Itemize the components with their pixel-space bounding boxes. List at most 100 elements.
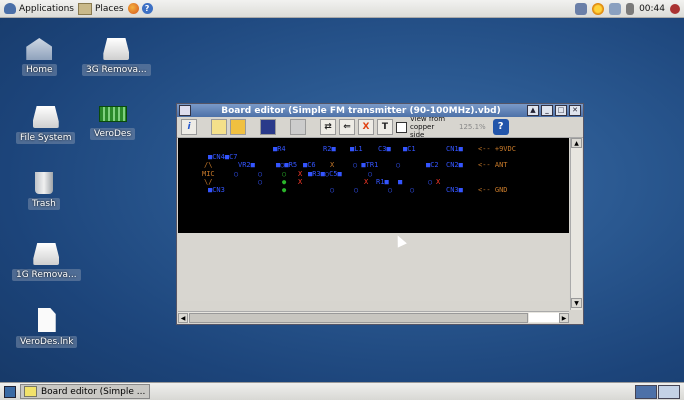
label-r5: R5 (288, 161, 298, 169)
wifi-icon[interactable] (609, 2, 622, 15)
horizontal-scrollbar[interactable]: ◀ ▶ (178, 311, 569, 323)
window-icon (24, 386, 37, 397)
label-cn3-right: CN3 (446, 186, 459, 194)
applications-menu[interactable]: Applications (4, 3, 74, 14)
launchers: ? (127, 3, 153, 14)
desktop-icon-verodes-lnk[interactable]: VeroDes.lnk (16, 308, 78, 348)
trash-icon (34, 172, 53, 194)
desktop-icon-label: 1G Remova... (12, 269, 81, 281)
taskbar-item-board-editor[interactable]: Board editor (Simple ... (20, 384, 150, 399)
volume-icon[interactable] (626, 2, 635, 15)
minimize-button[interactable]: _ (541, 105, 553, 116)
desktop-icon-1g-removable[interactable]: 1G Remova... (12, 243, 81, 281)
scroll-up-arrow[interactable]: ▲ (571, 138, 582, 148)
label-r1: R1 (376, 178, 385, 186)
desktop-icon-label: VeroDes.lnk (16, 336, 78, 348)
view-copper-label: View from copper side (410, 115, 446, 139)
new-file-icon[interactable] (211, 119, 227, 135)
workspace-switcher (635, 385, 680, 399)
board-canvas-area[interactable]: ■R4 R2■ ■L1 C3■ ■C1 CN1■ <-- +9VDC ■CN4■… (178, 138, 569, 301)
verodes-app-icon (98, 106, 127, 122)
window-menu-icon[interactable] (179, 105, 191, 116)
print-icon[interactable] (290, 119, 306, 135)
window-titlebar[interactable]: Board editor (Simple FM transmitter (90-… (177, 104, 583, 117)
places-label: Places (94, 3, 124, 14)
applications-label: Applications (19, 3, 74, 14)
swap-icon[interactable]: ⇄ (320, 119, 336, 135)
places-icon (77, 2, 92, 15)
desktop-icon-trash[interactable]: Trash (28, 172, 60, 210)
weather-sun-icon[interactable] (592, 2, 605, 15)
scroll-track[interactable] (571, 148, 582, 298)
desktop-icon-label: 3G Remova... (82, 64, 151, 76)
shade-button[interactable]: ▲ (527, 105, 539, 116)
zoom-level: 125.1% (459, 123, 486, 131)
show-desktop-icon[interactable] (4, 385, 16, 398)
places-menu[interactable]: Places (77, 2, 124, 15)
info-button[interactable]: i (181, 119, 197, 135)
board-canvas[interactable]: ■R4 R2■ ■L1 C3■ ■C1 CN1■ <-- +9VDC ■CN4■… (178, 138, 569, 233)
system-tray: 00:44 (575, 0, 680, 17)
label-c3: C3 (378, 145, 387, 153)
label-l1: L1 (354, 145, 363, 153)
desktop-icon-3g-removable[interactable]: 3G Remova... (82, 38, 151, 76)
label-cn4: CN4 (212, 153, 225, 161)
help-button[interactable]: ? (492, 119, 509, 135)
desktop-icon-file-system[interactable]: File System (16, 106, 76, 144)
label-c2: C2 (430, 161, 439, 169)
desktop-icon-home[interactable]: Home (22, 38, 57, 76)
scroll-track-end[interactable] (529, 313, 559, 322)
desktop-icon-label: Home (22, 64, 57, 76)
label-cn2: CN2 (446, 161, 459, 169)
workspace-1[interactable] (635, 385, 657, 399)
scroll-down-arrow[interactable]: ▼ (571, 298, 582, 308)
scroll-left-arrow[interactable]: ◀ (178, 312, 188, 323)
clock[interactable]: 00:44 (639, 4, 665, 14)
drive-icon (103, 38, 130, 60)
home-folder-icon (26, 38, 53, 60)
view-copper-checkbox[interactable] (396, 121, 407, 133)
label-vr2: VR2 (238, 161, 251, 169)
label-9vdc: <-- +9VDC (478, 145, 516, 153)
help-icon[interactable]: ? (141, 3, 153, 14)
desktop-icon-label: VeroDes (90, 128, 136, 140)
mic-symbol-top: /\ (204, 161, 213, 169)
label-cn1: CN1 (446, 145, 459, 153)
close-button[interactable]: ✕ (569, 105, 581, 116)
rotate-icon[interactable]: ⇐ (339, 119, 355, 135)
workspace-2[interactable] (658, 385, 680, 399)
maximize-button[interactable]: □ (555, 105, 567, 116)
scroll-right-arrow[interactable]: ▶ (559, 312, 569, 323)
scroll-thumb[interactable] (189, 312, 528, 323)
label-tr1: TR1 (365, 161, 379, 169)
delete-button[interactable]: X (358, 119, 374, 135)
update-icon[interactable] (575, 2, 588, 15)
label-ant: <-- ANT (478, 161, 508, 169)
toolbar: i ⇄ ⇐ X T View from copper side 125.1% ? (177, 115, 583, 139)
text-tool-button[interactable]: T (377, 119, 393, 135)
vertical-scrollbar[interactable]: ▲ ▼ (570, 138, 582, 310)
drive-icon (33, 243, 60, 265)
board-editor-window: Board editor (Simple FM transmitter (90-… (176, 103, 584, 325)
taskbar-item-label: Board editor (Simple ... (41, 386, 146, 397)
gnome-foot-icon (4, 3, 16, 14)
mic-symbol-bottom: \/ (204, 178, 213, 186)
label-r2: R2 (323, 145, 332, 153)
label-cn3-left: CN3 (212, 186, 225, 194)
desktop-icon-label: File System (16, 132, 76, 144)
label-c5: C5 (329, 170, 338, 178)
desktop-icon-verodes[interactable]: VeroDes (90, 100, 136, 140)
power-icon[interactable] (670, 3, 680, 14)
label-r4: R4 (277, 145, 286, 153)
save-icon[interactable] (260, 119, 276, 135)
label-r3: R3 (312, 170, 321, 178)
drive-icon (32, 106, 59, 128)
label-gnd: <-- GND (478, 186, 508, 194)
desktop-icon-label: Trash (28, 198, 60, 210)
open-folder-icon[interactable] (230, 119, 246, 135)
firefox-icon[interactable] (127, 3, 139, 14)
window-controls: ▲ _ □ ✕ (527, 105, 581, 116)
top-panel: Applications Places ? 00:44 (0, 0, 684, 18)
bottom-panel: Board editor (Simple ... (0, 382, 684, 400)
label-c1: C1 (407, 145, 416, 153)
